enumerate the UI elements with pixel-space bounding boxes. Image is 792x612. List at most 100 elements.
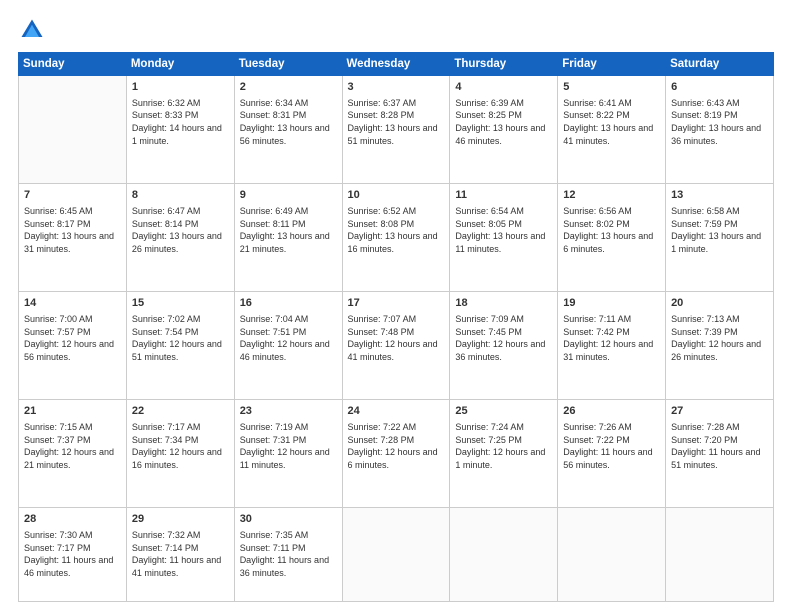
calendar-cell: 23 Sunrise: 7:19 AM Sunset: 7:31 PM Dayli… <box>234 400 342 508</box>
calendar-cell: 3 Sunrise: 6:37 AM Sunset: 8:28 PM Daylig… <box>342 76 450 184</box>
calendar-cell: 29Sunrise: 7:32 AM Sunset: 7:14 PM Dayli… <box>126 508 234 602</box>
day-number: 27 <box>671 404 768 419</box>
cell-info: Sunrise: 6:58 AM Sunset: 7:59 PM Dayligh… <box>671 205 768 255</box>
page: SundayMondayTuesdayWednesdayThursdayFrid… <box>0 0 792 612</box>
day-number: 10 <box>348 188 445 203</box>
cell-info: Sunrise: 7:24 AM Sunset: 7:25 PM Dayligh… <box>455 421 552 471</box>
calendar-cell: 26 Sunrise: 7:26 AM Sunset: 7:22 PM Dayli… <box>558 400 666 508</box>
day-number: 21 <box>24 404 121 419</box>
cell-info: Sunrise: 7:35 AM Sunset: 7:11 PM Dayligh… <box>240 529 337 579</box>
day-number: 9 <box>240 188 337 203</box>
day-number: 29 <box>132 512 229 527</box>
day-number: 24 <box>348 404 445 419</box>
day-number: 30 <box>240 512 337 527</box>
cell-info: Sunrise: 6:49 AM Sunset: 8:11 PM Dayligh… <box>240 205 337 255</box>
cell-info: Sunrise: 6:39 AM Sunset: 8:25 PM Dayligh… <box>455 97 552 147</box>
cell-info: Sunrise: 6:32 AM Sunset: 8:33 PM Dayligh… <box>132 97 229 147</box>
week-row-1: 7 Sunrise: 6:45 AM Sunset: 8:17 PM Daylig… <box>19 184 774 292</box>
cell-info: Sunrise: 6:45 AM Sunset: 8:17 PM Dayligh… <box>24 205 121 255</box>
weekday-header-friday: Friday <box>558 53 666 76</box>
weekday-header-wednesday: Wednesday <box>342 53 450 76</box>
calendar-cell: 2 Sunrise: 6:34 AM Sunset: 8:31 PM Daylig… <box>234 76 342 184</box>
calendar-cell <box>558 508 666 602</box>
day-number: 8 <box>132 188 229 203</box>
cell-info: Sunrise: 7:11 AM Sunset: 7:42 PM Dayligh… <box>563 313 660 363</box>
cell-info: Sunrise: 6:37 AM Sunset: 8:28 PM Dayligh… <box>348 97 445 147</box>
cell-info: Sunrise: 6:43 AM Sunset: 8:19 PM Dayligh… <box>671 97 768 147</box>
weekday-header-tuesday: Tuesday <box>234 53 342 76</box>
calendar-cell: 27Sunrise: 7:28 AM Sunset: 7:20 PM Dayli… <box>666 400 774 508</box>
calendar-cell <box>342 508 450 602</box>
calendar-cell: 25 Sunrise: 7:24 AM Sunset: 7:25 PM Dayli… <box>450 400 558 508</box>
calendar-cell: 16 Sunrise: 7:04 AM Sunset: 7:51 PM Dayli… <box>234 292 342 400</box>
cell-info: Sunrise: 6:47 AM Sunset: 8:14 PM Dayligh… <box>132 205 229 255</box>
calendar-cell: 30 Sunrise: 7:35 AM Sunset: 7:11 PM Dayli… <box>234 508 342 602</box>
day-number: 13 <box>671 188 768 203</box>
calendar-cell: 13 Sunrise: 6:58 AM Sunset: 7:59 PM Dayli… <box>666 184 774 292</box>
cell-info: Sunrise: 7:30 AM Sunset: 7:17 PM Dayligh… <box>24 529 121 579</box>
calendar-cell: 18 Sunrise: 7:09 AM Sunset: 7:45 PM Dayli… <box>450 292 558 400</box>
calendar-cell: 5Sunrise: 6:41 AM Sunset: 8:22 PM Daylig… <box>558 76 666 184</box>
day-number: 26 <box>563 404 660 419</box>
calendar-cell: 21 Sunrise: 7:15 AM Sunset: 7:37 PM Dayli… <box>19 400 127 508</box>
weekday-header-monday: Monday <box>126 53 234 76</box>
cell-info: Sunrise: 7:22 AM Sunset: 7:28 PM Dayligh… <box>348 421 445 471</box>
cell-info: Sunrise: 7:17 AM Sunset: 7:34 PM Dayligh… <box>132 421 229 471</box>
day-number: 23 <box>240 404 337 419</box>
cell-info: Sunrise: 7:09 AM Sunset: 7:45 PM Dayligh… <box>455 313 552 363</box>
header <box>18 16 774 44</box>
cell-info: Sunrise: 7:04 AM Sunset: 7:51 PM Dayligh… <box>240 313 337 363</box>
calendar-cell <box>666 508 774 602</box>
cell-info: Sunrise: 7:02 AM Sunset: 7:54 PM Dayligh… <box>132 313 229 363</box>
day-number: 28 <box>24 512 121 527</box>
day-number: 16 <box>240 296 337 311</box>
calendar-cell: 20 Sunrise: 7:13 AM Sunset: 7:39 PM Dayli… <box>666 292 774 400</box>
calendar-cell: 9 Sunrise: 6:49 AM Sunset: 8:11 PM Daylig… <box>234 184 342 292</box>
day-number: 20 <box>671 296 768 311</box>
calendar-cell: 17 Sunrise: 7:07 AM Sunset: 7:48 PM Dayli… <box>342 292 450 400</box>
week-row-3: 21 Sunrise: 7:15 AM Sunset: 7:37 PM Dayli… <box>19 400 774 508</box>
cell-info: Sunrise: 6:34 AM Sunset: 8:31 PM Dayligh… <box>240 97 337 147</box>
calendar-table: SundayMondayTuesdayWednesdayThursdayFrid… <box>18 52 774 602</box>
day-number: 25 <box>455 404 552 419</box>
week-row-2: 14Sunrise: 7:00 AM Sunset: 7:57 PM Dayli… <box>19 292 774 400</box>
cell-info: Sunrise: 6:54 AM Sunset: 8:05 PM Dayligh… <box>455 205 552 255</box>
cell-info: Sunrise: 7:26 AM Sunset: 7:22 PM Dayligh… <box>563 421 660 471</box>
day-number: 2 <box>240 80 337 95</box>
calendar-cell: 28 Sunrise: 7:30 AM Sunset: 7:17 PM Dayli… <box>19 508 127 602</box>
calendar-cell: 15Sunrise: 7:02 AM Sunset: 7:54 PM Dayli… <box>126 292 234 400</box>
calendar-cell: 4 Sunrise: 6:39 AM Sunset: 8:25 PM Daylig… <box>450 76 558 184</box>
day-number: 14 <box>24 296 121 311</box>
weekday-header-thursday: Thursday <box>450 53 558 76</box>
cell-info: Sunrise: 7:07 AM Sunset: 7:48 PM Dayligh… <box>348 313 445 363</box>
weekday-header-sunday: Sunday <box>19 53 127 76</box>
day-number: 5 <box>563 80 660 95</box>
week-row-0: 1Sunrise: 6:32 AM Sunset: 8:33 PM Daylig… <box>19 76 774 184</box>
calendar-cell <box>450 508 558 602</box>
day-number: 4 <box>455 80 552 95</box>
cell-info: Sunrise: 7:13 AM Sunset: 7:39 PM Dayligh… <box>671 313 768 363</box>
calendar-cell: 10 Sunrise: 6:52 AM Sunset: 8:08 PM Dayli… <box>342 184 450 292</box>
calendar-cell: 22Sunrise: 7:17 AM Sunset: 7:34 PM Dayli… <box>126 400 234 508</box>
day-number: 7 <box>24 188 121 203</box>
calendar-cell: 12Sunrise: 6:56 AM Sunset: 8:02 PM Dayli… <box>558 184 666 292</box>
cell-info: Sunrise: 7:15 AM Sunset: 7:37 PM Dayligh… <box>24 421 121 471</box>
calendar-cell: 6 Sunrise: 6:43 AM Sunset: 8:19 PM Daylig… <box>666 76 774 184</box>
calendar-cell: 1Sunrise: 6:32 AM Sunset: 8:33 PM Daylig… <box>126 76 234 184</box>
logo <box>18 16 50 44</box>
weekday-header-row: SundayMondayTuesdayWednesdayThursdayFrid… <box>19 53 774 76</box>
day-number: 3 <box>348 80 445 95</box>
calendar-cell: 11Sunrise: 6:54 AM Sunset: 8:05 PM Dayli… <box>450 184 558 292</box>
day-number: 19 <box>563 296 660 311</box>
cell-info: Sunrise: 6:52 AM Sunset: 8:08 PM Dayligh… <box>348 205 445 255</box>
calendar-cell <box>19 76 127 184</box>
calendar-cell: 19 Sunrise: 7:11 AM Sunset: 7:42 PM Dayli… <box>558 292 666 400</box>
day-number: 17 <box>348 296 445 311</box>
weekday-header-saturday: Saturday <box>666 53 774 76</box>
cell-info: Sunrise: 7:19 AM Sunset: 7:31 PM Dayligh… <box>240 421 337 471</box>
calendar-cell: 24 Sunrise: 7:22 AM Sunset: 7:28 PM Dayli… <box>342 400 450 508</box>
calendar-cell: 8 Sunrise: 6:47 AM Sunset: 8:14 PM Daylig… <box>126 184 234 292</box>
day-number: 6 <box>671 80 768 95</box>
week-row-4: 28 Sunrise: 7:30 AM Sunset: 7:17 PM Dayli… <box>19 508 774 602</box>
day-number: 18 <box>455 296 552 311</box>
